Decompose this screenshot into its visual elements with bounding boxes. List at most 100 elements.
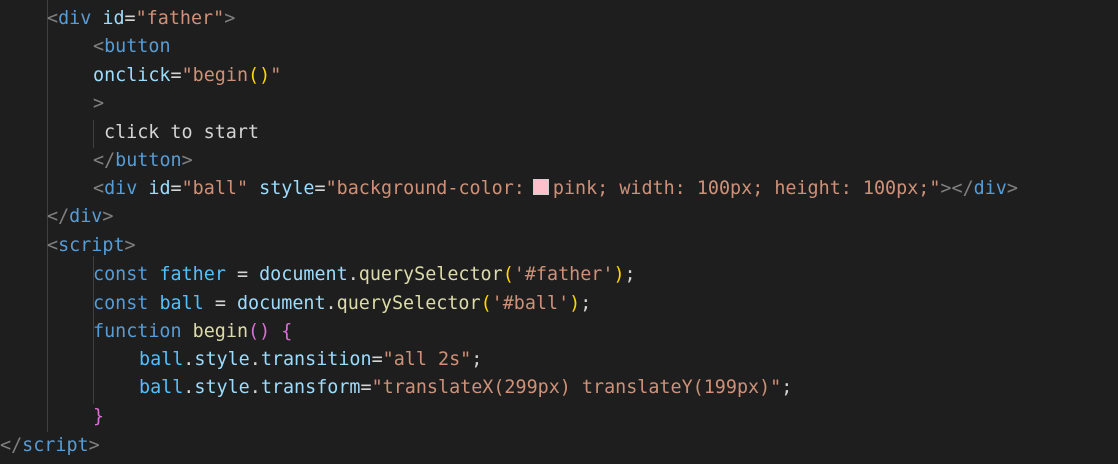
code-token: = — [170, 65, 182, 86]
code-token: ; — [624, 264, 636, 285]
code-line: <button — [93, 33, 171, 61]
code-token: </ — [93, 150, 116, 171]
code-token: "begin — [181, 65, 249, 86]
indent-guide — [93, 120, 94, 148]
code-line: <div id="ball" style="background-color: p… — [93, 175, 1018, 203]
code-token: style — [259, 178, 315, 199]
code-token: pink; width: 100px; height: 100px;" — [552, 178, 941, 199]
code-token: > — [88, 435, 100, 456]
code-token: button — [104, 36, 171, 57]
code-token: ( — [502, 264, 514, 285]
code-line: </button> — [93, 147, 193, 175]
code-token: " — [270, 65, 282, 86]
code-token: > — [1006, 178, 1018, 199]
code-token: < — [47, 8, 59, 29]
code-token: style — [194, 377, 250, 398]
code-token: div — [69, 206, 103, 227]
code-token: { — [281, 321, 293, 342]
code-token: . — [249, 377, 261, 398]
code-token: div — [973, 178, 1007, 199]
code-token: button — [115, 150, 182, 171]
code-line: onclick="begin()" — [93, 62, 281, 90]
code-line: ball.style.transition="all 2s"; — [139, 346, 482, 374]
code-token: . — [183, 377, 195, 398]
code-token: const — [93, 293, 149, 314]
code-token: = — [124, 8, 136, 29]
code-line: click to start — [104, 119, 259, 147]
code-token: ) — [569, 293, 581, 314]
code-token: '#father' — [513, 264, 614, 285]
code-editor[interactable]: <div id="father"> <button onclick="begin… — [0, 0, 1118, 464]
code-token: > — [102, 206, 114, 227]
code-token: () — [248, 65, 271, 86]
code-token: = — [360, 377, 372, 398]
code-token: > — [124, 235, 136, 256]
code-token: transition — [260, 349, 372, 370]
code-token: ; — [781, 377, 793, 398]
code-token: = — [225, 264, 260, 285]
code-token: ( — [480, 293, 492, 314]
code-token: begin — [192, 321, 249, 342]
code-line: <script> — [47, 232, 136, 260]
code-line: > — [93, 90, 104, 118]
code-token: "ball" — [181, 178, 249, 199]
code-token: = — [203, 293, 237, 314]
code-line: </div> — [47, 203, 113, 231]
code-token: querySelector — [358, 264, 503, 285]
code-line: ball.style.transform="translateX(299px) … — [139, 374, 792, 402]
code-line: } — [93, 403, 104, 431]
code-token: "background-color: — [325, 178, 525, 199]
code-token: transform — [260, 377, 361, 398]
code-token: script — [22, 435, 89, 456]
code-token: ; — [471, 349, 483, 370]
code-token: < — [47, 235, 59, 256]
code-token: </ — [47, 206, 70, 227]
code-token: onclick — [93, 65, 171, 86]
code-token: . — [325, 293, 337, 314]
code-token: document — [259, 264, 348, 285]
color-swatch-icon[interactable] — [532, 179, 549, 195]
code-token: ball — [139, 377, 184, 398]
code-line: const father = document.querySelector('#… — [93, 261, 636, 289]
code-token: id — [102, 8, 125, 29]
code-token: "translateX(299px) translateY(199px)" — [371, 377, 782, 398]
code-token: querySelector — [336, 293, 481, 314]
code-token: </ — [0, 435, 23, 456]
code-token: () — [248, 321, 271, 342]
code-token: div — [104, 178, 138, 199]
code-token: = — [170, 178, 182, 199]
code-token: . — [183, 349, 195, 370]
code-token: script — [58, 235, 125, 256]
code-token: > — [224, 8, 236, 29]
code-token: function — [93, 321, 182, 342]
code-token: < — [93, 36, 105, 57]
code-token: . — [249, 349, 261, 370]
code-token: . — [347, 264, 359, 285]
code-token: = — [371, 349, 383, 370]
code-line: <div id="father"> — [47, 5, 235, 33]
code-token: "father" — [135, 8, 225, 29]
code-token: ball — [139, 349, 184, 370]
code-token: = — [314, 178, 326, 199]
code-token: style — [194, 349, 250, 370]
code-token: ; — [580, 293, 592, 314]
code-token: click to start — [104, 122, 260, 143]
code-line: const ball = document.querySelector('#ba… — [93, 290, 591, 318]
code-token: > — [93, 93, 105, 114]
code-token: id — [148, 178, 171, 199]
code-token: '#ball' — [491, 293, 570, 314]
code-token: ball — [159, 293, 204, 314]
code-token: const — [93, 264, 149, 285]
code-token: "all 2s" — [382, 349, 472, 370]
code-token: div — [58, 8, 92, 29]
code-token: ) — [613, 264, 625, 285]
code-token: < — [93, 178, 105, 199]
code-line: </script> — [0, 432, 100, 460]
code-line: function begin() { — [93, 318, 292, 346]
